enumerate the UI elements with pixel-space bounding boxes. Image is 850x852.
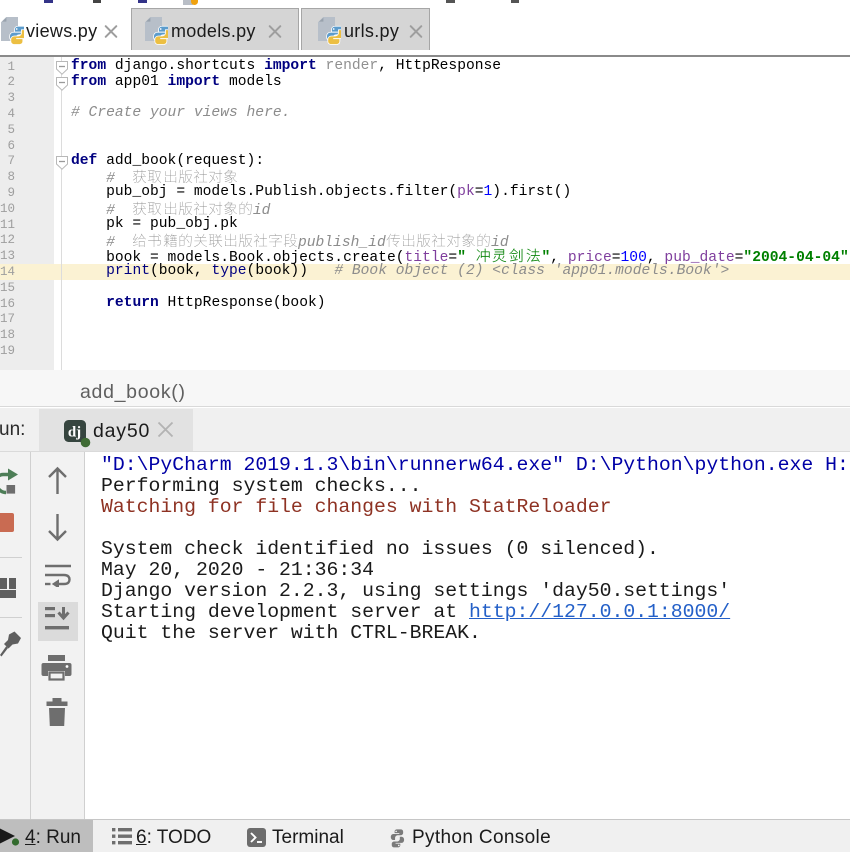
svg-text:dj: dj [68, 424, 81, 440]
